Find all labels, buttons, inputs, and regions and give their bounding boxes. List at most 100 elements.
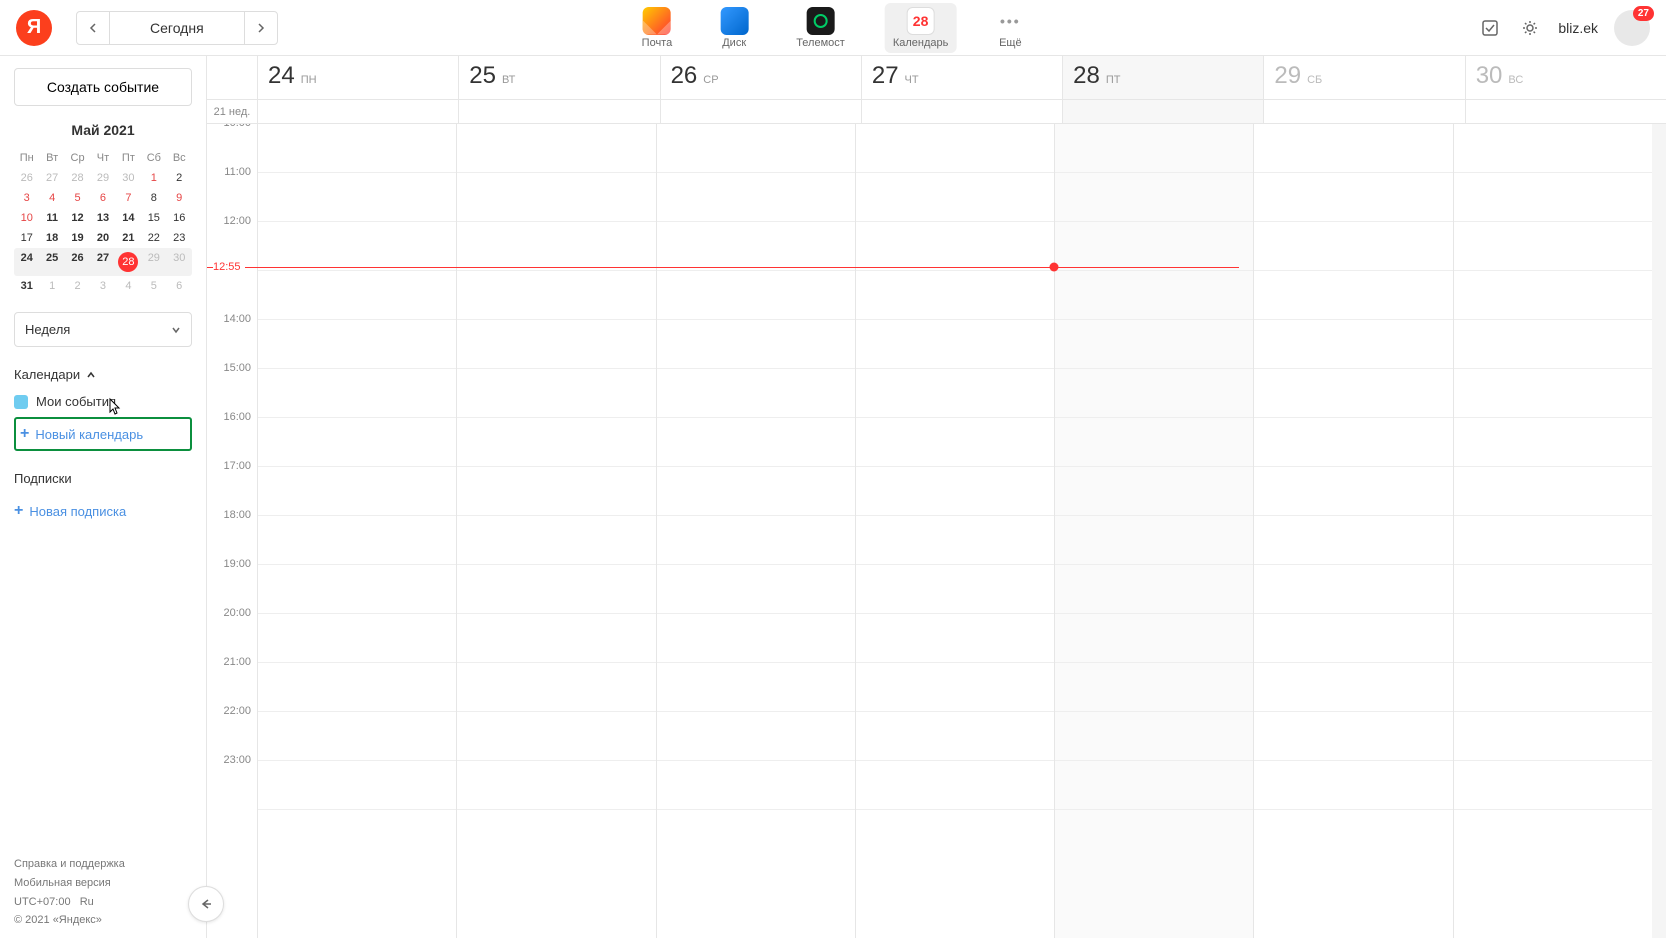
hour-cell[interactable] <box>1454 124 1652 173</box>
hour-cell[interactable] <box>1254 173 1452 222</box>
hour-cell[interactable] <box>856 320 1054 369</box>
hour-cell[interactable] <box>457 369 655 418</box>
hour-cell[interactable] <box>1454 418 1652 467</box>
hour-cell[interactable] <box>1254 565 1452 614</box>
hour-cell[interactable] <box>657 124 855 173</box>
mini-cal-day[interactable]: 16 <box>167 208 192 228</box>
hour-cell[interactable] <box>1055 565 1253 614</box>
hour-cell[interactable] <box>258 124 456 173</box>
hour-cell[interactable] <box>1055 173 1253 222</box>
day-column[interactable] <box>257 124 456 938</box>
settings-button[interactable] <box>1518 16 1542 40</box>
mini-cal-day[interactable]: 2 <box>65 276 90 296</box>
hour-cell[interactable] <box>856 565 1054 614</box>
hour-cell[interactable] <box>856 467 1054 516</box>
avatar[interactable]: 27 <box>1614 10 1650 46</box>
hour-cell[interactable] <box>1454 614 1652 663</box>
hour-cell[interactable] <box>657 712 855 761</box>
new-calendar-button[interactable]: + Новый календарь <box>14 417 192 451</box>
hour-cell[interactable] <box>1254 369 1452 418</box>
mini-cal-day[interactable]: 13 <box>90 208 115 228</box>
day-header[interactable]: 26СР <box>660 56 861 99</box>
hour-cell[interactable] <box>1454 663 1652 712</box>
app-disk[interactable]: Диск <box>712 3 756 53</box>
hour-cell[interactable] <box>657 467 855 516</box>
mini-cal-day[interactable]: 24 <box>14 248 39 276</box>
mini-cal-day[interactable]: 9 <box>167 188 192 208</box>
mini-cal-day[interactable]: 2 <box>167 168 192 188</box>
hour-cell[interactable] <box>1254 614 1452 663</box>
day-column[interactable] <box>656 124 855 938</box>
hour-cell[interactable] <box>657 222 855 271</box>
view-select[interactable]: Неделя <box>14 312 192 347</box>
hour-cell[interactable] <box>1254 761 1452 810</box>
hour-cell[interactable] <box>856 173 1054 222</box>
calendars-section-title[interactable]: Календари <box>14 367 192 382</box>
footer-tz[interactable]: UTC+07:00 <box>14 896 71 908</box>
hour-cell[interactable] <box>1254 124 1452 173</box>
hour-cell[interactable] <box>1454 173 1652 222</box>
allday-cell[interactable] <box>660 100 861 123</box>
day-column[interactable] <box>1253 124 1452 938</box>
checkbox-icon[interactable] <box>1478 16 1502 40</box>
hour-cell[interactable] <box>1454 467 1652 516</box>
day-header[interactable]: 25ВТ <box>458 56 659 99</box>
app-mail[interactable]: Почта <box>634 3 681 53</box>
hour-cell[interactable] <box>258 663 456 712</box>
day-header[interactable]: 30ВС <box>1465 56 1666 99</box>
username[interactable]: bliz.ek <box>1558 20 1598 36</box>
new-subscription-button[interactable]: + Новая подписка <box>14 498 192 524</box>
hour-cell[interactable] <box>1254 222 1452 271</box>
day-header[interactable]: 27ЧТ <box>861 56 1062 99</box>
hour-cell[interactable] <box>1254 467 1452 516</box>
next-week-button[interactable] <box>245 12 277 44</box>
mini-cal-day[interactable]: 12 <box>65 208 90 228</box>
hour-cell[interactable] <box>856 418 1054 467</box>
mini-cal-day[interactable]: 28 <box>65 168 90 188</box>
hour-cell[interactable] <box>1454 369 1652 418</box>
hour-cell[interactable] <box>1055 369 1253 418</box>
mini-cal-day[interactable]: 20 <box>90 228 115 248</box>
hour-cell[interactable] <box>856 663 1054 712</box>
hour-cell[interactable] <box>457 467 655 516</box>
hour-cell[interactable] <box>258 320 456 369</box>
hour-cell[interactable] <box>258 467 456 516</box>
hour-cell[interactable] <box>258 516 456 565</box>
hour-cell[interactable] <box>1055 418 1253 467</box>
app-calendar[interactable]: 28 Календарь <box>885 3 957 53</box>
allday-cell[interactable] <box>1465 100 1666 123</box>
hour-cell[interactable] <box>1055 271 1253 320</box>
mini-cal-day[interactable]: 4 <box>116 276 141 296</box>
footer-lang[interactable]: Ru <box>80 896 94 908</box>
mini-cal-day[interactable]: 14 <box>116 208 141 228</box>
calendar-checkbox[interactable] <box>14 395 28 409</box>
calendar-item-my-events[interactable]: Мои события <box>14 390 192 413</box>
mini-cal-day[interactable]: 27 <box>90 248 115 276</box>
hour-cell[interactable] <box>657 565 855 614</box>
hour-cell[interactable] <box>457 271 655 320</box>
allday-cell[interactable] <box>458 100 659 123</box>
hour-cell[interactable] <box>457 173 655 222</box>
subscriptions-section-title[interactable]: Подписки <box>14 471 192 486</box>
hour-cell[interactable] <box>1055 124 1253 173</box>
hour-cell[interactable] <box>1454 222 1652 271</box>
app-more[interactable]: ••• Ещё <box>988 3 1032 53</box>
prev-week-button[interactable] <box>77 12 109 44</box>
mini-cal-day[interactable]: 7 <box>116 188 141 208</box>
hour-cell[interactable] <box>457 516 655 565</box>
mini-cal-day[interactable]: 8 <box>141 188 166 208</box>
hour-cell[interactable] <box>1254 271 1452 320</box>
mini-cal-day[interactable]: 23 <box>167 228 192 248</box>
hour-cell[interactable] <box>856 712 1054 761</box>
hour-cell[interactable] <box>657 418 855 467</box>
mini-cal-day[interactable]: 3 <box>90 276 115 296</box>
hour-cell[interactable] <box>258 418 456 467</box>
hour-cell[interactable] <box>1254 712 1452 761</box>
mini-cal-day[interactable]: 22 <box>141 228 166 248</box>
hour-cell[interactable] <box>1055 516 1253 565</box>
hour-cell[interactable] <box>856 124 1054 173</box>
hour-cell[interactable] <box>457 663 655 712</box>
hour-cell[interactable] <box>457 320 655 369</box>
mini-cal-day[interactable]: 21 <box>116 228 141 248</box>
mini-cal-day[interactable]: 29 <box>141 248 166 276</box>
